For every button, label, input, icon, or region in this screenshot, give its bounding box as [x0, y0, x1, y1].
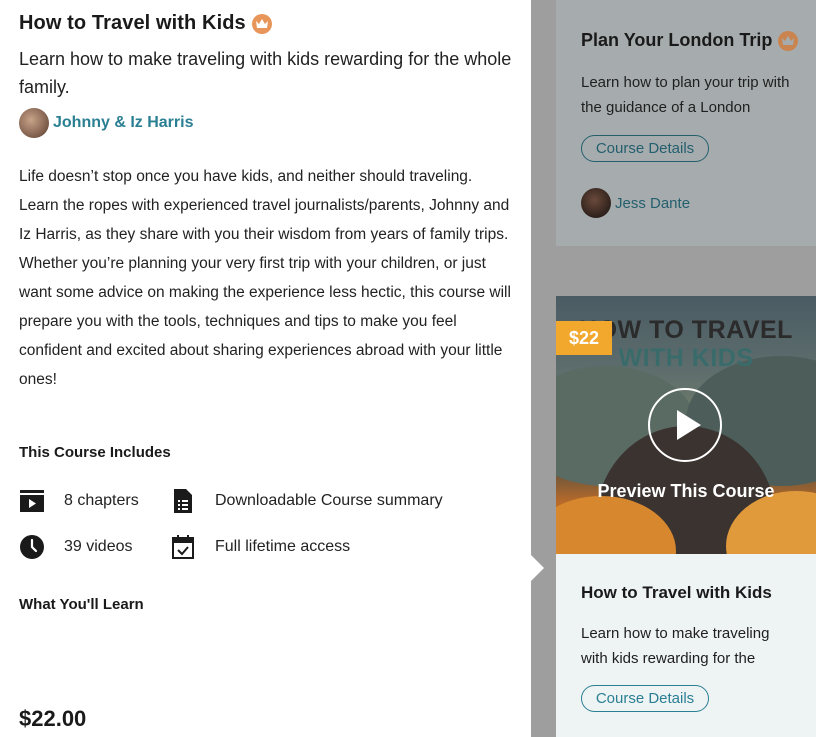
document-icon	[170, 488, 196, 514]
calendar-check-icon	[170, 534, 196, 560]
author-avatar	[19, 108, 49, 138]
course-detail-panel: How to Travel with Kids Learn how to mak…	[0, 0, 531, 737]
price-tag: $22	[556, 321, 612, 355]
author-link[interactable]: Johnny & Iz Harris	[19, 108, 193, 138]
course-description: Life doesn’t stop once you have kids, an…	[19, 168, 511, 388]
active-card-pointer	[531, 555, 544, 581]
includes-summary: Downloadable Course summary	[170, 488, 443, 514]
course-price: $22.00	[19, 706, 87, 731]
course-card-travel-kids[interactable]: HOW TO TRAVEL WITH KIDS $22 Preview This…	[556, 296, 816, 737]
includes-heading: This Course Includes	[19, 444, 171, 461]
play-button[interactable]	[648, 388, 722, 462]
access-label: Full lifetime access	[215, 538, 351, 555]
course-title-row: How to Travel with Kids	[19, 12, 272, 35]
card-body: How to Travel with Kids Learn how to mak…	[556, 554, 816, 737]
videos-label: 39 videos	[64, 538, 133, 555]
play-icon	[677, 410, 701, 440]
preview-label[interactable]: Preview This Course	[556, 481, 816, 502]
includes-access: Full lifetime access	[170, 534, 350, 560]
author-avatar	[581, 188, 611, 218]
includes-videos: 39 videos	[19, 534, 133, 560]
clock-icon	[19, 534, 45, 560]
course-details-button[interactable]: Course Details	[581, 135, 709, 162]
chapters-label: 8 chapters	[64, 492, 139, 509]
crown-icon	[251, 13, 272, 34]
card-title-row: Plan Your London Trip	[581, 30, 799, 51]
includes-chapters: 8 chapters	[19, 488, 139, 514]
course-details-button[interactable]: Course Details	[581, 685, 709, 712]
course-card-london[interactable]: Plan Your London Trip Learn how to plan …	[556, 0, 816, 246]
card-title: How to Travel with Kids	[581, 583, 772, 602]
card-title: Plan Your London Trip	[581, 30, 773, 50]
card-author-link[interactable]: Jess Dante	[581, 188, 690, 218]
crown-icon	[778, 30, 799, 51]
learn-heading: What You'll Learn	[19, 596, 144, 613]
chapters-icon	[19, 488, 45, 514]
course-title: How to Travel with Kids	[19, 12, 246, 34]
preview-video-thumbnail[interactable]: HOW TO TRAVEL WITH KIDS $22 Preview This…	[556, 296, 816, 554]
card-author-name[interactable]: Jess Dante	[615, 195, 690, 212]
summary-label: Downloadable Course summary	[215, 492, 443, 509]
card-description: Learn how to plan your trip with the gui…	[581, 74, 790, 116]
course-subtitle: Learn how to make traveling with kids re…	[19, 49, 512, 97]
related-courses-panel: Plan Your London Trip Learn how to plan …	[531, 0, 816, 737]
card-description: Learn how to make traveling with kids re…	[581, 625, 770, 667]
author-name[interactable]: Johnny & Iz Harris	[53, 114, 193, 132]
